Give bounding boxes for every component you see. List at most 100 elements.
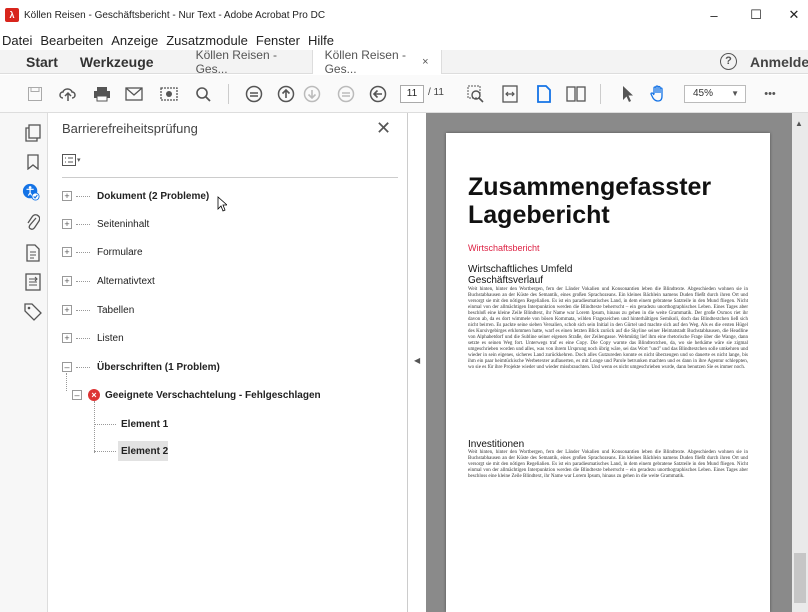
doc-heading: Wirtschaftliches Umfeld: [468, 264, 573, 275]
tree-connector: [76, 281, 90, 282]
doc-heading: Geschäftsverlauf: [468, 275, 544, 286]
collapse-icon[interactable]: –: [72, 390, 82, 400]
tab-document-1-label: Köllen Reisen - Ges...: [195, 47, 277, 76]
screenshot-icon[interactable]: [159, 84, 179, 104]
doc-paragraph: Weit hinten, hinter den Wortbergen, fern…: [468, 287, 748, 370]
two-page-icon[interactable]: [566, 84, 586, 104]
left-navigation-rail: [0, 113, 48, 612]
close-panel-icon[interactable]: ✕: [376, 118, 391, 139]
tree-item-label: Dokument (2 Probleme): [97, 190, 210, 202]
window-title: Köllen Reisen - Geschäftsbericht - Nur T…: [24, 9, 326, 21]
tree-item-ueberschriften[interactable]: – Überschriften (1 Problem): [48, 357, 408, 377]
email-icon[interactable]: [124, 84, 144, 104]
menu-bearbeiten[interactable]: Bearbeiten: [36, 33, 107, 48]
page-number-input[interactable]: 11: [400, 85, 424, 103]
expand-icon[interactable]: +: [62, 247, 72, 257]
tree-connector: [76, 196, 90, 197]
vertical-scrollbar[interactable]: ▲: [792, 113, 808, 612]
help-icon[interactable]: ?: [720, 53, 737, 70]
tab-document-2-label: Köllen Reisen - Ges...: [324, 47, 406, 76]
panel-options-menu[interactable]: ▾: [62, 152, 86, 168]
collapse-panel-icon[interactable]: ◀: [414, 356, 420, 365]
attachments-icon[interactable]: [24, 213, 42, 231]
expand-icon[interactable]: +: [62, 305, 72, 315]
tree-item-listen[interactable]: + Listen: [48, 328, 408, 348]
tree-connector: [76, 224, 90, 225]
minimize-button[interactable]: –: [694, 0, 734, 30]
print-icon[interactable]: [92, 84, 112, 104]
tab-tools[interactable]: Werkzeuge: [66, 54, 184, 70]
collapse-icon[interactable]: –: [62, 362, 72, 372]
expand-icon[interactable]: +: [62, 333, 72, 343]
page-thumbnails-icon[interactable]: [24, 124, 42, 142]
menu-zusatzmodule[interactable]: Zusatzmodule: [162, 33, 252, 48]
tags-icon[interactable]: [24, 303, 42, 321]
tree-item-label: Formulare: [97, 246, 143, 258]
tab-start[interactable]: Start: [0, 54, 66, 70]
back-icon[interactable]: [368, 84, 388, 104]
tree-item-label: Seiteninhalt: [97, 218, 150, 230]
tree-item-label: Listen: [97, 332, 124, 344]
tree-connector: [94, 451, 116, 452]
content-icon[interactable]: [24, 244, 42, 262]
tree-item-tabellen[interactable]: + Tabellen: [48, 300, 408, 320]
doc-subtitle: Wirtschaftsbericht: [468, 243, 540, 253]
expand-icon[interactable]: +: [62, 276, 72, 286]
next-page-icon[interactable]: [302, 84, 322, 104]
tab-document-2[interactable]: Köllen Reisen - Ges... ×: [311, 47, 442, 76]
close-window-button[interactable]: ✕: [774, 0, 808, 30]
upload-cloud-icon[interactable]: [58, 84, 78, 104]
close-tab-icon[interactable]: ×: [422, 56, 428, 68]
previous-page-icon[interactable]: [276, 84, 296, 104]
tree-item-verschachtelung[interactable]: – × Geeignete Verschachtelung - Fehlgesc…: [48, 385, 408, 405]
title-bar: λ Köllen Reisen - Geschäftsbericht - Nur…: [0, 0, 808, 30]
tree-item-seiteninhalt[interactable]: + Seiteninhalt: [48, 214, 408, 234]
hand-tool-icon[interactable]: [648, 84, 668, 104]
document-viewport[interactable]: Zusammengefasster Lagebericht Wirtschaft…: [426, 113, 792, 612]
tree-item-label: Überschriften (1 Problem): [97, 361, 220, 373]
order-icon[interactable]: [24, 273, 42, 291]
save-icon[interactable]: [25, 84, 45, 104]
marquee-zoom-icon[interactable]: [466, 84, 486, 104]
fit-width-icon[interactable]: [244, 84, 264, 104]
tree-connector: [76, 338, 90, 339]
tab-bar: Start Werkzeuge Köllen Reisen - Ges... K…: [0, 47, 808, 76]
tab-document-1[interactable]: Köllen Reisen - Ges...: [184, 47, 312, 76]
fit-page-icon[interactable]: [500, 84, 520, 104]
search-icon[interactable]: [193, 84, 213, 104]
menu-datei[interactable]: Datei: [0, 33, 36, 48]
tree-item-formulare[interactable]: + Formulare: [48, 242, 408, 262]
single-page-icon[interactable]: [534, 84, 554, 104]
acrobat-app-icon: λ: [5, 8, 19, 22]
chevron-down-icon: ▼: [731, 89, 739, 98]
doc-title: Zusammengefasster Lagebericht: [468, 173, 712, 229]
expand-icon[interactable]: +: [62, 219, 72, 229]
pdf-page: Zusammengefasster Lagebericht Wirtschaft…: [446, 133, 770, 612]
doc-paragraph: Weit hinten, hinter den Wortbergen, fern…: [468, 450, 748, 479]
select-cursor-icon[interactable]: [618, 84, 638, 104]
accessibility-checker-panel: Barrierefreiheitsprüfung ✕ ▾ + Dokument …: [48, 113, 408, 612]
expand-icon[interactable]: +: [62, 191, 72, 201]
bookmarks-icon[interactable]: [24, 153, 42, 171]
scroll-thumb[interactable]: [794, 553, 806, 603]
tree-item-dokument[interactable]: + Dokument (2 Probleme): [48, 186, 408, 206]
scroll-up-icon[interactable]: ▲: [795, 119, 803, 128]
tree-connector: [76, 367, 90, 368]
tree-item-label: Element 1: [121, 418, 169, 430]
tree-item-element-2[interactable]: Element 2: [48, 441, 408, 461]
tree-item-element-1[interactable]: Element 1: [48, 414, 408, 434]
maximize-button[interactable]: ☐: [736, 0, 776, 30]
tree-item-label: Tabellen: [97, 304, 135, 316]
menu-anzeige[interactable]: Anzeige: [107, 33, 162, 48]
accessibility-check-icon[interactable]: [22, 183, 40, 201]
zoom-out-icon[interactable]: [336, 84, 356, 104]
tree-item-alternativtext[interactable]: + Alternativtext: [48, 271, 408, 291]
menu-fenster[interactable]: Fenster: [252, 33, 304, 48]
zoom-select[interactable]: 45% ▼: [684, 85, 746, 103]
list-options-icon: [62, 154, 76, 166]
tree-item-label: Alternativtext: [97, 275, 155, 287]
signin-link[interactable]: Anmelden: [750, 54, 808, 70]
more-tools-icon[interactable]: •••: [758, 84, 782, 104]
menu-hilfe[interactable]: Hilfe: [304, 33, 338, 48]
chevron-down-icon: ▾: [77, 157, 81, 164]
